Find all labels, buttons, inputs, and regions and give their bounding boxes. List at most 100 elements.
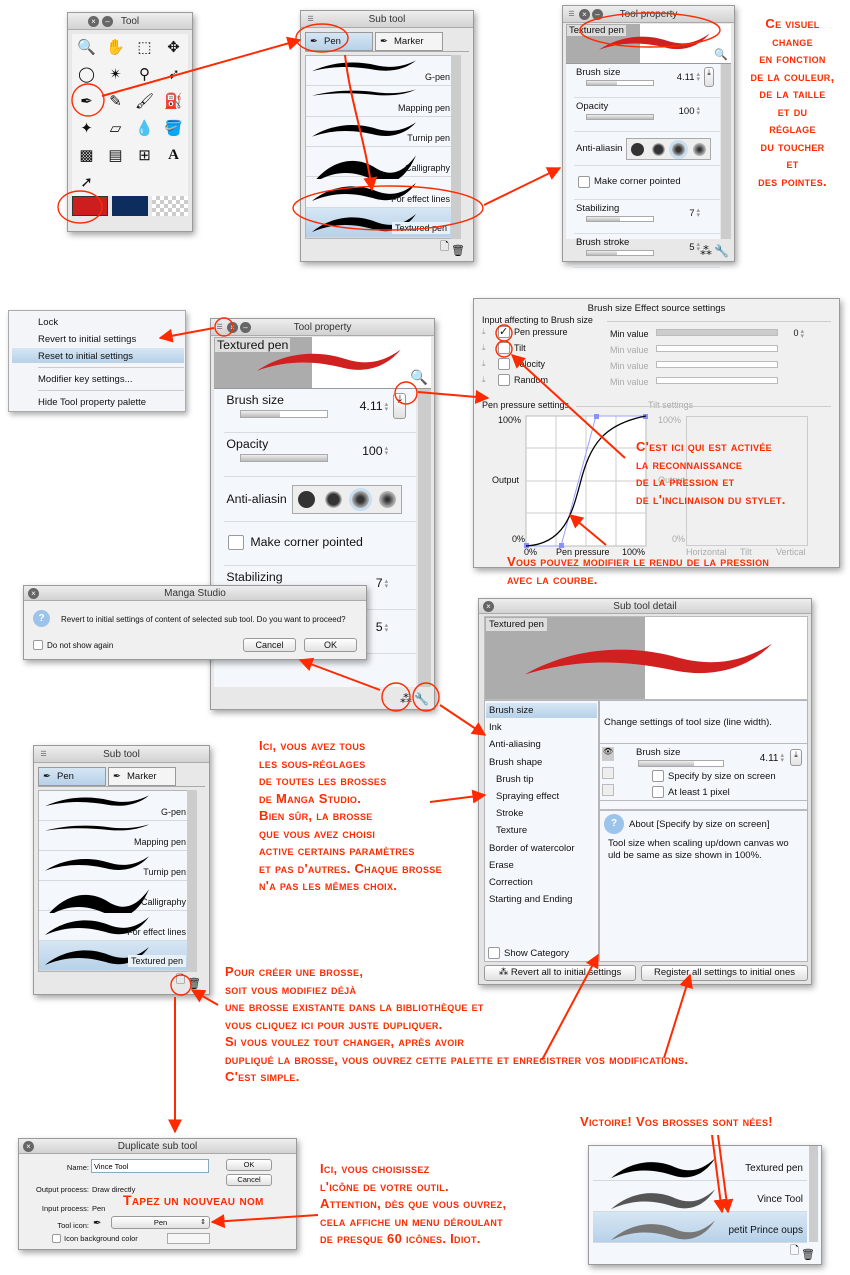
trash-icon[interactable]: 🗑 [801, 1248, 815, 1261]
foreground-color[interactable] [72, 196, 108, 216]
close-icon[interactable]: × [227, 322, 238, 333]
object-icon[interactable]: ⬚ [130, 34, 159, 61]
brush-size-slider[interactable] [638, 760, 724, 767]
category-item[interactable]: Border of watercolor [486, 841, 597, 856]
menu-item-lock[interactable]: Lock [38, 317, 58, 328]
pen-icon[interactable]: ✒ [72, 88, 101, 115]
opacity-slider[interactable] [586, 114, 654, 120]
effect-source-button[interactable]: ⤓ [790, 749, 802, 766]
category-item[interactable]: Spraying effect [486, 789, 597, 804]
cancel-button[interactable]: Cancel [226, 1174, 272, 1186]
scrollbar[interactable] [809, 1146, 818, 1242]
reset-icon[interactable]: ⁂ [400, 692, 412, 706]
zoom-preview-icon[interactable]: 🔍 [714, 48, 728, 61]
list-item[interactable]: Textured pen [593, 1150, 807, 1181]
hand-icon[interactable]: ✋ [101, 34, 130, 61]
input-checkbox[interactable]: ✓ [498, 326, 510, 338]
anti-alias-option[interactable] [298, 491, 315, 508]
lasso-icon[interactable]: ◯ [72, 61, 101, 88]
icon-bg-checkbox[interactable] [52, 1234, 61, 1243]
close-icon[interactable]: × [88, 16, 99, 27]
menu-icon[interactable]: ☰ [305, 14, 316, 25]
input-checkbox[interactable] [498, 358, 510, 370]
list-item[interactable]: For effect lines [39, 911, 190, 941]
ok-button[interactable]: OK [304, 638, 357, 652]
anti-alias-option[interactable] [325, 491, 343, 508]
effect-source-button[interactable]: ⤓ [704, 67, 714, 87]
input-checkbox[interactable] [498, 374, 510, 386]
list-item[interactable]: Textured pen [306, 207, 454, 238]
min-value[interactable]: 0 [774, 328, 804, 339]
tab-pen[interactable]: ✒ Pen [305, 32, 373, 51]
menu-icon[interactable]: ☰ [38, 749, 49, 760]
zoom-preview-icon[interactable]: 🔍 [410, 370, 428, 386]
duplicate-icon[interactable]: 🗋 [440, 238, 449, 257]
wrench-settings-icon[interactable]: 🔧 [414, 692, 429, 706]
opacity-value[interactable]: 100 [328, 444, 388, 458]
menu-item-reset[interactable]: Reset to initial settings [38, 351, 133, 362]
scrollbar[interactable] [721, 64, 731, 239]
category-item[interactable]: Anti-aliasing [486, 737, 597, 752]
scrollbar[interactable] [418, 389, 431, 687]
tool-icon-select[interactable]: Pen ⇕ [111, 1216, 210, 1229]
close-icon[interactable]: × [579, 9, 590, 20]
duplicate-icon[interactable]: 🗋 [790, 1242, 799, 1261]
scrollbar[interactable] [451, 55, 461, 239]
list-item[interactable]: petit Prince oups [593, 1212, 807, 1243]
anti-alias-option[interactable] [630, 142, 644, 156]
list-item[interactable]: G-pen [39, 791, 190, 821]
duplicate-icon[interactable]: 🗋 [176, 971, 185, 990]
fill-icon[interactable]: 🪣 [159, 115, 188, 142]
close-icon[interactable]: × [483, 601, 494, 612]
trash-icon[interactable]: 🗑 [451, 244, 465, 257]
stroke-value[interactable]: 5 [654, 242, 700, 253]
opacity-slider[interactable] [239, 453, 329, 462]
stabilizing-slider[interactable] [586, 216, 654, 222]
decoration-icon[interactable]: ✦ [72, 115, 101, 142]
list-item[interactable]: Turnip pen [39, 851, 190, 881]
gradient-icon[interactable]: ▩ [72, 142, 101, 169]
category-item[interactable]: Stroke [486, 806, 597, 821]
category-item[interactable]: Correction [486, 875, 597, 890]
trash-icon[interactable]: 🗑 [187, 977, 201, 990]
tab-pen[interactable]: ✒ Pen [38, 767, 106, 786]
opacity-value[interactable]: 100 [654, 106, 700, 117]
list-item[interactable]: Textured pen [39, 941, 190, 971]
anti-alias-option[interactable] [693, 142, 707, 156]
anti-alias-option[interactable] [349, 488, 373, 511]
brush_size-slider[interactable] [586, 80, 654, 86]
tab-marker[interactable]: ✒ Marker [375, 32, 443, 51]
list-item[interactable]: Mapping pen [39, 821, 190, 851]
brush-size-value[interactable]: 4.11 [740, 753, 784, 764]
corner-checkbox[interactable] [578, 176, 590, 188]
stroke-slider[interactable] [586, 250, 654, 256]
cancel-button[interactable]: Cancel [243, 638, 296, 652]
list-item[interactable]: Mapping pen [306, 86, 454, 117]
brush-icon[interactable]: 🖌 [130, 88, 159, 115]
specify-size-checkbox[interactable] [652, 770, 664, 782]
anti-alias-option[interactable] [379, 491, 397, 508]
category-item[interactable]: Starting and Ending [486, 892, 597, 907]
min-value-slider[interactable] [656, 329, 778, 336]
min-value-slider[interactable] [656, 345, 778, 352]
input-checkbox[interactable] [498, 342, 510, 354]
cursor-icon[interactable]: ➶ [159, 61, 188, 88]
scrollbar[interactable] [187, 790, 197, 972]
reset-icon[interactable]: ⁂ [700, 244, 712, 258]
anti-alias-option[interactable] [651, 142, 665, 156]
list-item[interactable]: Calligraphy [39, 881, 190, 919]
list-item[interactable]: For effect lines [306, 177, 454, 208]
menu-item-hide-palette[interactable]: Hide Tool property palette [38, 397, 146, 408]
anti-alias-option[interactable] [669, 139, 689, 159]
category-item[interactable]: Brush size [486, 703, 597, 718]
stabilizing-value[interactable]: 7 [654, 208, 700, 219]
visibility-toggle[interactable] [602, 767, 614, 779]
transparent-color[interactable] [152, 196, 188, 216]
airbrush-icon[interactable]: ⛽ [159, 88, 188, 115]
background-color[interactable] [112, 196, 148, 216]
show-category-checkbox[interactable] [488, 947, 500, 959]
corner-checkbox[interactable] [228, 534, 244, 551]
min-value-slider[interactable] [656, 377, 778, 384]
brush_size-value[interactable]: 4.11 [328, 399, 388, 413]
eraser-icon[interactable]: ▱ [101, 115, 130, 142]
